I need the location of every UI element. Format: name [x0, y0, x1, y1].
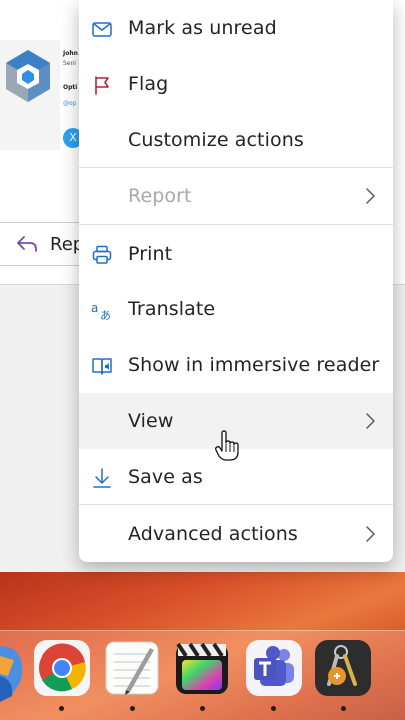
menu-item-label: Customize actions: [128, 129, 304, 151]
menu-separator: [79, 504, 393, 505]
download-icon: [93, 468, 111, 488]
menu-item-flag[interactable]: Flag: [79, 56, 393, 112]
translate-icon: a あ: [91, 301, 111, 321]
chrome-app-icon[interactable]: [34, 640, 90, 696]
printer-icon: [92, 245, 112, 264]
reply-arrow-icon: [17, 236, 37, 252]
signature-link[interactable]: @op: [63, 100, 76, 107]
flag-icon: [95, 76, 109, 95]
chevron-right-icon: [366, 188, 375, 204]
menu-item-customize-actions[interactable]: Customize actions: [79, 112, 393, 168]
signature-role: Seni: [63, 60, 76, 67]
reply-button[interactable]: Rep: [0, 222, 90, 266]
signature-name: John: [63, 50, 78, 57]
menu-item-immersive-reader[interactable]: Show in immersive reader: [79, 337, 393, 393]
keychain-access-app-icon[interactable]: [315, 640, 371, 696]
envelope-icon: [92, 22, 112, 37]
running-indicator: [271, 706, 276, 711]
company-logo-icon: [6, 50, 50, 102]
menu-item-mark-as-unread[interactable]: Mark as unread: [79, 0, 393, 56]
menu-item-advanced-actions[interactable]: Advanced actions: [79, 506, 393, 562]
menu-item-label: Mark as unread: [128, 17, 277, 39]
menu-item-label: Report: [128, 185, 192, 207]
menu-item-report: Report: [79, 168, 393, 224]
running-indicator: [130, 706, 135, 711]
running-indicator: [59, 706, 64, 711]
menu-item-label: Save as: [128, 466, 203, 488]
signature-section: Opti: [63, 84, 78, 91]
immersive-reader-icon: [92, 358, 112, 375]
hand-cursor-icon: [215, 430, 239, 461]
textedit-app-icon[interactable]: [104, 640, 160, 696]
menu-item-label: Advanced actions: [128, 523, 298, 545]
context-menu: Mark as unread Flag Customize actions Re…: [79, 0, 393, 562]
menu-item-label: Translate: [128, 298, 216, 320]
menu-item-print[interactable]: Print: [79, 226, 393, 282]
microsoft-teams-app-icon[interactable]: [246, 640, 302, 696]
menu-separator: [79, 224, 393, 225]
chevron-right-icon: [366, 413, 375, 429]
running-indicator: [200, 706, 205, 711]
final-cut-pro-app-icon[interactable]: [174, 640, 230, 696]
menu-item-label: View: [128, 410, 174, 432]
svg-text:a: a: [91, 301, 98, 315]
running-indicator: [341, 706, 346, 711]
menu-item-label: Flag: [128, 73, 169, 95]
menu-item-label: Show in immersive reader: [128, 354, 380, 376]
chevron-right-icon: [366, 526, 375, 542]
partial-app-icon[interactable]: [0, 636, 30, 706]
svg-text:あ: あ: [100, 309, 111, 321]
menu-item-translate[interactable]: a あ Translate: [79, 281, 393, 337]
menu-item-label: Print: [128, 243, 173, 265]
